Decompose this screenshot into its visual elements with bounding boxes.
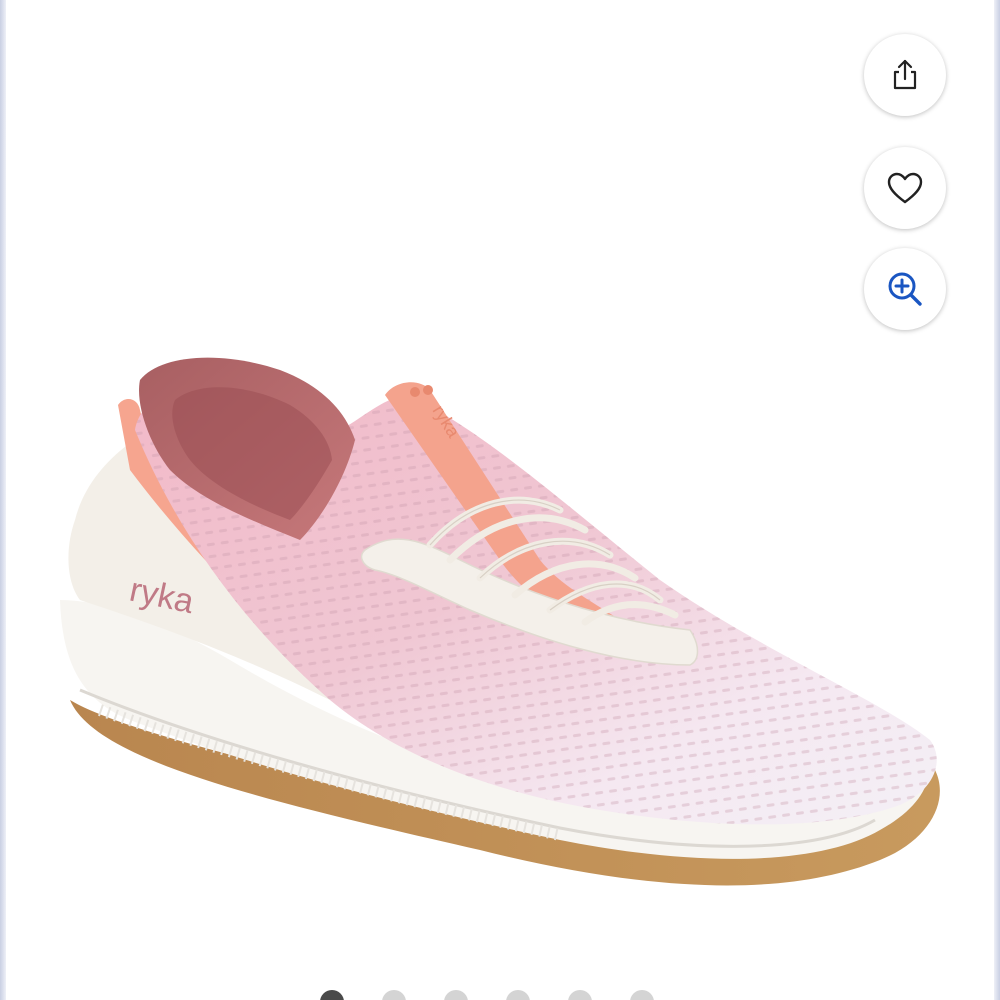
heart-icon — [887, 172, 923, 204]
carousel-dot-3[interactable] — [444, 990, 468, 1000]
carousel-dot-4[interactable] — [506, 990, 530, 1000]
favorite-button[interactable] — [864, 147, 946, 229]
carousel-dot-1[interactable] — [320, 990, 344, 1000]
carousel-dot-2[interactable] — [382, 990, 406, 1000]
product-image-viewer: ryka ryka — [0, 0, 1000, 1000]
zoom-in-icon — [888, 272, 922, 306]
carousel-dot-5[interactable] — [568, 990, 592, 1000]
carousel-dot-6[interactable] — [630, 990, 654, 1000]
zoom-button[interactable] — [864, 248, 946, 330]
carousel-indicators — [320, 990, 654, 1000]
share-button[interactable] — [864, 34, 946, 116]
share-icon — [893, 59, 917, 90]
product-photo[interactable]: ryka ryka — [0, 0, 1000, 1000]
